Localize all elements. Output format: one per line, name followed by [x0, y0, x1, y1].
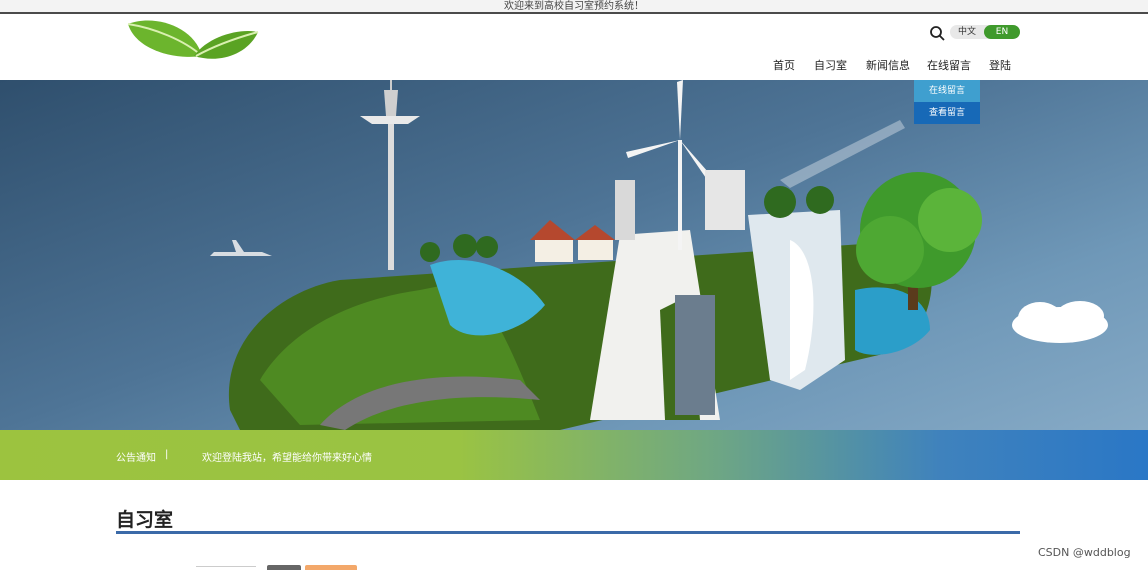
partial-action-button[interactable]: [305, 565, 357, 570]
main-nav: 首页 自习室 新闻信息 在线留言 登陆: [0, 57, 1148, 73]
language-switch: 中文 EN: [950, 25, 1020, 39]
notice-label: 公告通知: [116, 453, 156, 464]
nav-item-home[interactable]: 首页: [773, 57, 795, 73]
nav-item-news[interactable]: 新闻信息: [866, 57, 910, 73]
search-icon[interactable]: [929, 25, 945, 41]
notice-separator: |: [165, 449, 169, 460]
hero-banner[interactable]: [0, 80, 1148, 430]
lang-zh-button[interactable]: 中文: [950, 25, 984, 39]
top-welcome-bar: 欢迎来到高校自习室预约系统！: [0, 0, 1148, 14]
messages-dropdown: 在线留言 查看留言: [914, 80, 980, 124]
nav-item-login[interactable]: 登陆: [989, 57, 1011, 73]
notice-bar: 公告通知 | 欢迎登陆我站，希望能给你带来好心情: [0, 430, 1148, 480]
dropdown-item-view-messages[interactable]: 查看留言: [914, 102, 980, 124]
nav-item-messages[interactable]: 在线留言: [927, 57, 971, 73]
lang-en-button[interactable]: EN: [984, 25, 1020, 39]
dropdown-item-online-message[interactable]: 在线留言: [914, 80, 980, 102]
watermark-text: CSDN @wddblog: [1038, 546, 1131, 559]
section-divider: [116, 531, 1020, 534]
welcome-text: 欢迎来到高校自习室预约系统！: [504, 1, 644, 12]
nav-item-study-room[interactable]: 自习室: [814, 57, 847, 73]
partial-search-button[interactable]: [267, 565, 301, 570]
site-header: 中文 EN 首页 自习室 新闻信息 在线留言 登陆: [0, 14, 1148, 80]
section-title: 自习室: [116, 509, 174, 531]
banner-illustration: [210, 80, 1108, 430]
partial-input-field[interactable]: [196, 566, 256, 571]
notice-text[interactable]: 欢迎登陆我站，希望能给你带来好心情: [202, 449, 372, 464]
